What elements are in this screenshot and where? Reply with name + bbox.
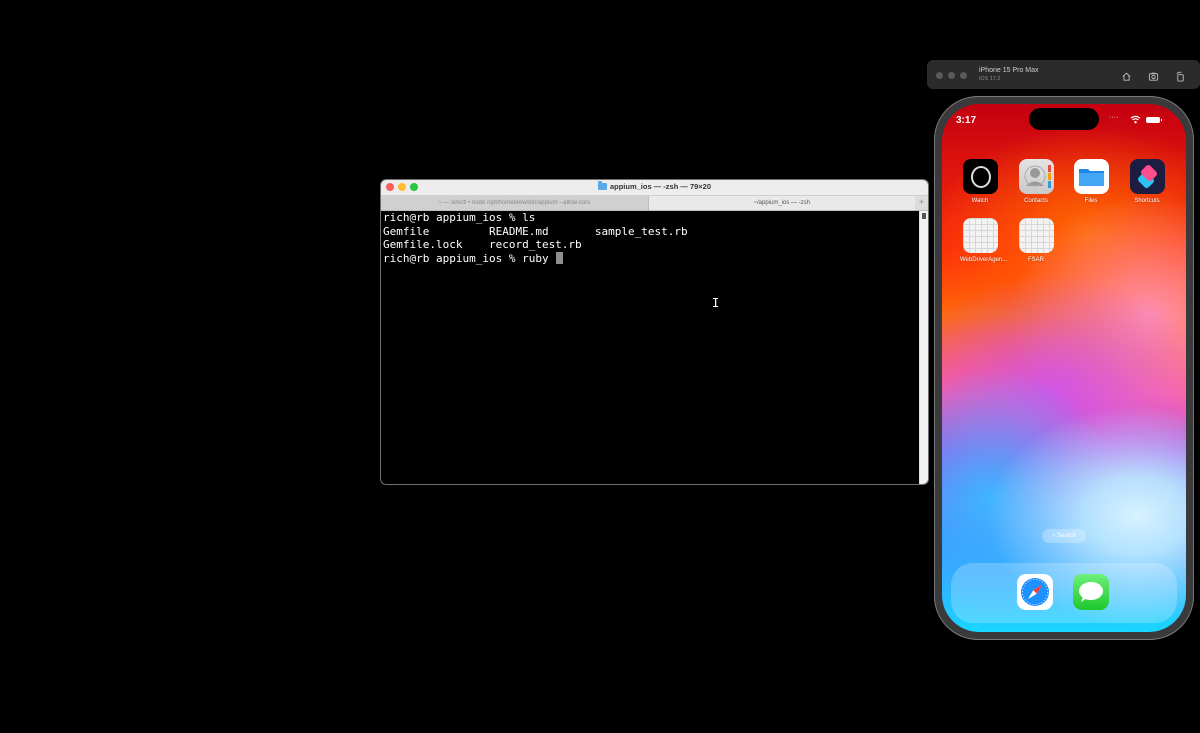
- app-files[interactable]: Files: [1071, 159, 1111, 204]
- folder-icon: [597, 181, 607, 190]
- app-watch[interactable]: Watch: [960, 159, 1000, 204]
- status-time: 3:17: [956, 115, 977, 126]
- messages-icon[interactable]: [1073, 574, 1109, 610]
- cellular-signal-icon: ····: [1109, 114, 1119, 121]
- spotlight-search-button[interactable]: ⌕ Search: [1042, 529, 1086, 543]
- terminal-scrollbar[interactable]: [919, 211, 928, 484]
- app-label: Files: [1084, 198, 1098, 204]
- tab-appium-ios[interactable]: ~/appium_ios — -zsh: [648, 196, 915, 210]
- window-title-text: appium_ios — -zsh — 79×20: [609, 182, 712, 191]
- placeholder-app-icon: [1018, 218, 1054, 253]
- screenshot-icon[interactable]: [1148, 69, 1159, 81]
- terminal-titlebar[interactable]: appium_ios — -zsh — 79×20: [381, 180, 928, 196]
- tab-bar: ~ — simctl • node /opt/homebrew/bin/appi…: [381, 196, 928, 211]
- simulator-window-controls: [936, 72, 967, 79]
- simulator-titlebar[interactable]: iPhone 15 Pro Max iOS 17.2: [927, 60, 1200, 89]
- app-label: Contacts: [1024, 198, 1048, 204]
- app-label: Watch: [971, 198, 989, 204]
- terminal-window[interactable]: appium_ios — -zsh — 79×20 ~ — simctl • n…: [380, 179, 929, 485]
- device-name: iPhone 15 Pro Max: [979, 67, 1039, 74]
- dock: [951, 563, 1177, 623]
- rotate-icon[interactable]: [1175, 69, 1186, 82]
- terminal-line: rich@rb appium_ios % ls: [383, 211, 536, 224]
- search-icon: ⌕: [1051, 533, 1056, 539]
- app-label: Shortcuts: [1134, 198, 1160, 204]
- terminal-prompt-text: rich@rb appium_ios % ruby: [383, 251, 556, 265]
- app-label: FSAR: [1027, 257, 1044, 263]
- search-label: Search: [1057, 533, 1077, 539]
- safari-icon[interactable]: [1017, 574, 1053, 610]
- app-shortcuts[interactable]: Shortcuts: [1127, 159, 1167, 204]
- placeholder-app-icon: [962, 218, 998, 253]
- scrollbar-thumb[interactable]: [922, 213, 926, 219]
- dynamic-island: [1029, 108, 1099, 130]
- app-contacts[interactable]: Contacts: [1016, 159, 1056, 204]
- os-version: iOS 17.2: [979, 76, 1001, 82]
- window-title: appium_ios — -zsh — 79×20: [381, 181, 928, 192]
- app-webdriveragent[interactable]: WebDriverAgen...: [960, 218, 1008, 263]
- app-fsar[interactable]: FSAR: [1016, 218, 1056, 263]
- files-icon: [1073, 159, 1109, 194]
- home-icon[interactable]: [1121, 69, 1132, 81]
- iphone-frame: 3:17 ···· Watch Contacts Files Shortcuts…: [934, 96, 1194, 640]
- terminal-prompt-line[interactable]: rich@rb appium_ios % ruby: [383, 251, 918, 266]
- ibeam-cursor-icon: I: [712, 296, 720, 310]
- wifi-icon: [1130, 115, 1141, 124]
- tab-appium-server[interactable]: ~ — simctl • node /opt/homebrew/bin/appi…: [381, 196, 649, 210]
- simulator-minimize-button[interactable]: [948, 72, 955, 79]
- battery-icon: [1146, 117, 1162, 123]
- terminal-output[interactable]: rich@rb appium_ios % ls Gemfile README.m…: [383, 211, 918, 484]
- app-label: WebDriverAgen...: [960, 257, 1008, 263]
- new-tab-button[interactable]: +: [915, 196, 928, 210]
- simulator-zoom-button[interactable]: [960, 72, 967, 79]
- terminal-line: Gemfile README.md sample_test.rb: [383, 224, 688, 238]
- text-cursor: [556, 251, 564, 264]
- simulator-close-button[interactable]: [936, 72, 943, 79]
- watch-icon: [962, 159, 998, 194]
- shortcuts-icon: [1129, 159, 1165, 194]
- home-screen[interactable]: 3:17 ···· Watch Contacts Files Shortcuts…: [942, 104, 1186, 632]
- contacts-icon: [1018, 159, 1054, 194]
- terminal-line: Gemfile.lock record_test.rb: [383, 238, 582, 251]
